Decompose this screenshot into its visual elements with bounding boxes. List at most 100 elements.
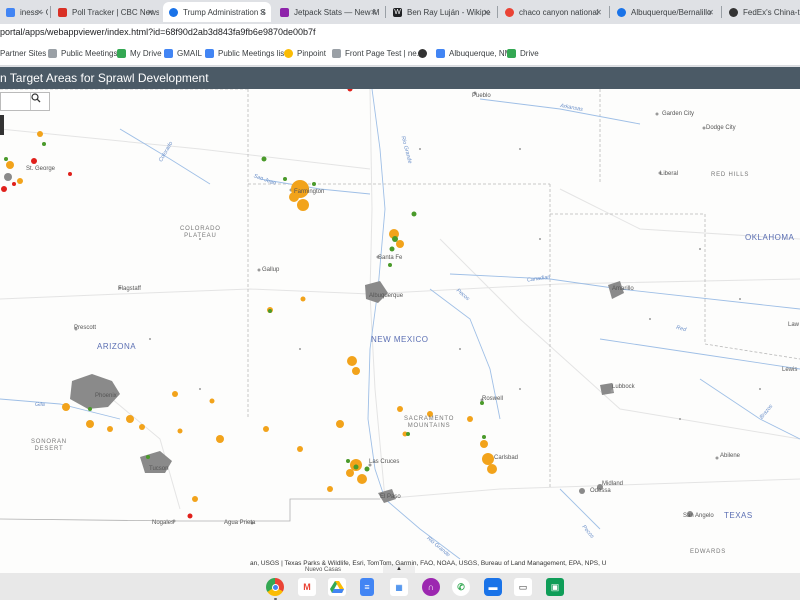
bookmark-public-meetings[interactable]: Public Meetings [48, 49, 117, 58]
state-label-texas: TEXAS [724, 511, 753, 520]
os-shelf: M ≡ ▦ ∩ ✆ ▬ ▭ ▣ [0, 573, 800, 600]
pin-icon [436, 49, 445, 58]
tab-label: Poll Tracker | CBC News [72, 7, 159, 17]
bookmark-label: Front Page Test | ne... [345, 49, 424, 58]
tab-label: Ben Ray Luján - Wikipe [407, 7, 491, 17]
drive-icon [117, 49, 126, 58]
bookmark-drive[interactable]: Drive [507, 49, 539, 58]
drive-icon[interactable] [328, 578, 346, 596]
sprawl-target-areas [1, 89, 497, 519]
close-icon[interactable]: ✕ [147, 8, 154, 17]
city-label: Santa Fe [378, 255, 403, 261]
app-icon[interactable]: ∩ [422, 578, 440, 596]
state-label-arizona: ARIZONA [97, 342, 137, 351]
city-label: Flagstaff [118, 286, 141, 292]
bookmark-label: Public Meetings list [218, 49, 287, 58]
tab-1[interactable]: Poll Tracker | CBC News ✕ [52, 2, 159, 22]
close-icon[interactable]: ✕ [595, 8, 602, 17]
city-label: El Paso [380, 494, 401, 500]
city-label: Garden City [662, 111, 695, 117]
bookmark-label: Partner Sites [0, 49, 47, 58]
map-view[interactable]: NEW MEXICO ARIZONA OKLAHOMA TEXAS COLORA… [0, 89, 800, 573]
docs-icon[interactable]: ≡ [360, 578, 374, 596]
tab-label: Trump Administration S [183, 7, 266, 17]
city-label: Carlsbad [494, 455, 519, 461]
bookmark-albuquerque[interactable]: Albuquerque, NM [436, 49, 511, 58]
close-icon[interactable]: ✕ [707, 8, 714, 17]
tab-favicon [6, 7, 15, 17]
river-label: Gila [35, 402, 45, 408]
close-icon[interactable]: ✕ [259, 8, 266, 17]
search-input[interactable] [0, 92, 50, 111]
map-attribution: an, USGS | Texas Parks & Wildlife, Esri,… [250, 560, 607, 567]
close-icon[interactable]: ✕ [483, 8, 490, 17]
phone-icon[interactable]: ✆ [452, 578, 470, 596]
bookmark-pinpoint[interactable]: Pinpoint [284, 49, 326, 58]
tab-label: FedEx's China-to-US [743, 7, 800, 17]
bookmark-label: Pinpoint [297, 49, 326, 58]
state-label-new-mexico: NEW MEXICO [371, 335, 429, 344]
tab-5[interactable]: chaco canyon national ✕ [499, 2, 607, 22]
city-label: Lubbock [612, 384, 635, 390]
tab-favicon [617, 7, 626, 17]
city-label: Farmington [294, 189, 325, 195]
widget-toggle[interactable] [0, 115, 4, 135]
app-title: n Target Areas for Sprawl Development [0, 71, 209, 85]
browser-tabstrip: iness - G✕ Poll Tracker | CBC News✕ Trum… [0, 0, 800, 24]
tab-favicon [280, 7, 289, 17]
bookmark-label: Drive [520, 49, 539, 58]
tab-7[interactable]: FedEx's China-to-US [723, 2, 800, 22]
bookmark-gmail[interactable]: GMAIL [164, 49, 202, 58]
city-label: San Angelo [683, 513, 714, 519]
tab-6[interactable]: Albuquerque/Bernalillo ✕ [611, 2, 719, 22]
bookmark-front-page-test[interactable]: Front Page Test | ne... [332, 49, 423, 58]
tab-label: Albuquerque/Bernalillo [631, 7, 712, 17]
city-label: Las Cruces [369, 459, 400, 465]
chrome-icon[interactable] [266, 578, 284, 596]
folder-icon [48, 49, 57, 58]
city-label: St. George [26, 166, 56, 172]
bookmark-partner-sites[interactable]: Partner Sites [0, 49, 46, 58]
city-label: Odessa [590, 488, 611, 494]
city-label: Gallup [262, 267, 280, 273]
terminal-icon[interactable]: ▭ [514, 578, 532, 596]
files-icon[interactable]: ▬ [484, 578, 502, 596]
bookmark-globe[interactable] [418, 49, 431, 58]
tab-4[interactable]: W Ben Ray Luján - Wikipe ✕ [387, 2, 495, 22]
address-bar[interactable]: portal/apps/webappviewer/index.html?id=6… [0, 24, 800, 44]
globe-icon [418, 49, 427, 58]
close-icon[interactable]: ✕ [370, 8, 377, 17]
page-icon [332, 49, 341, 58]
bookmarks-bar: Partner Sites Public Meetings My Drive G… [0, 44, 800, 66]
close-icon[interactable]: ✕ [36, 8, 43, 17]
city-label: Tucson [149, 466, 169, 472]
tab-favicon: W [393, 7, 402, 17]
tab-2-active[interactable]: Trump Administration S ✕ [163, 2, 271, 22]
city-label: Midland [602, 481, 624, 487]
city-label: Albuquerque [369, 293, 404, 299]
city-label: Dodge City [706, 125, 736, 131]
city-label: Phoenix [95, 393, 117, 399]
city-label: Law [788, 322, 800, 328]
url-text[interactable]: portal/apps/webappviewer/index.html?id=6… [0, 27, 316, 37]
city-label: Abilene [720, 453, 741, 459]
calendar-icon[interactable]: ▦ [390, 578, 408, 596]
state-label-oklahoma: OKLAHOMA [745, 233, 795, 242]
city-label: Nogales [152, 520, 175, 526]
city-label: Amarillo [612, 286, 634, 292]
tab-label: Jetpack Stats — New M [294, 7, 380, 17]
gmail-icon[interactable]: M [298, 578, 316, 596]
tab-0[interactable]: iness - G✕ [0, 2, 48, 22]
city-label: Roswell [482, 396, 504, 402]
tab-favicon [169, 7, 178, 17]
city-label: Lewis [782, 367, 798, 373]
pinpoint-icon [284, 49, 293, 58]
bookmark-public-meetings-list[interactable]: Public Meetings list [205, 49, 286, 58]
bookmark-label: Albuquerque, NM [449, 49, 512, 58]
city-label: Pueblo [472, 93, 491, 99]
bookmark-my-drive[interactable]: My Drive [117, 49, 162, 58]
sheets-icon[interactable]: ▣ [546, 578, 564, 596]
tab-3[interactable]: Jetpack Stats — New M ✕ [274, 2, 382, 22]
search-button[interactable] [30, 93, 49, 110]
tab-favicon [729, 7, 738, 17]
